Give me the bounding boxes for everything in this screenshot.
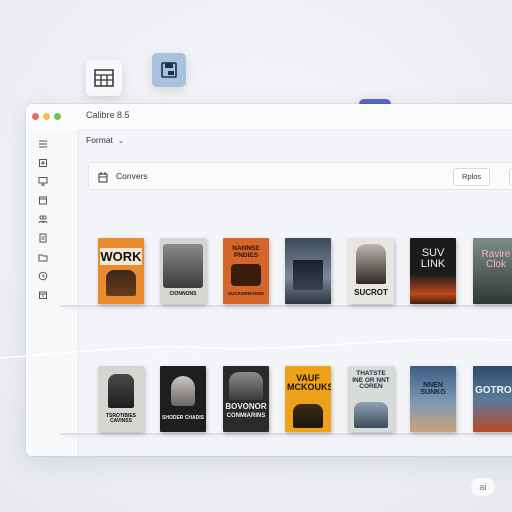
book-cover[interactable]: NNEN SUNKG <box>410 366 456 432</box>
clock-icon[interactable] <box>38 271 48 281</box>
book-cover[interactable]: SUV LINK <box>410 238 456 304</box>
replace-button[interactable]: Rplos <box>453 168 491 186</box>
convert-icon[interactable] <box>97 170 109 183</box>
book-illustration <box>229 372 263 400</box>
book-title: NNEN SUNKG <box>420 382 446 396</box>
book-cover[interactable]: NANNSE PNDIES SUCRORMANNS <box>223 238 269 304</box>
book-cover[interactable]: Ravire Clok <box>473 238 512 304</box>
monitor-icon[interactable] <box>38 176 48 186</box>
title-bar: Calibre 8.5 <box>26 104 512 131</box>
add-book-icon[interactable] <box>38 158 48 168</box>
document-icon[interactable] <box>38 233 48 243</box>
folder-icon[interactable] <box>38 252 48 262</box>
book-illustration <box>293 404 323 428</box>
users-icon[interactable] <box>38 214 48 224</box>
book-title: GOTROL <box>475 385 512 396</box>
book-caption: CONMIARINS <box>226 413 266 419</box>
book-title: SUV LINK <box>420 247 446 270</box>
book-cover[interactable]: TSROTIBIES CAVINSS <box>98 366 144 432</box>
book-title: WORK <box>100 248 142 265</box>
ai-badge: ai <box>471 478 495 496</box>
calendar-icon[interactable] <box>38 195 48 205</box>
book-illustration <box>354 402 388 428</box>
close-window-button[interactable] <box>32 113 39 120</box>
convert-label: Convers <box>116 171 148 181</box>
book-cover[interactable]: CIONNONS <box>160 238 206 304</box>
convert-bar: Convers Rplos Se <box>88 162 512 190</box>
book-title: NANNSE PNDIES <box>232 245 260 259</box>
book-cover[interactable]: BOVONOR CONMIARINS <box>223 366 269 432</box>
book-title: VAUF MCKOUKS <box>287 373 331 392</box>
format-label: Format <box>86 135 113 145</box>
book-cover[interactable]: VAUF MCKOUKS <box>285 366 331 432</box>
book-caption: SHODER CHADIS <box>162 415 204 421</box>
book-title: THATSTE INE OR NNT COREN <box>352 370 390 390</box>
book-cover[interactable]: SUCROT <box>348 238 394 304</box>
book-illustration <box>171 376 195 406</box>
book-title: Ravire Clok <box>481 249 511 270</box>
minimize-window-button[interactable] <box>43 113 50 120</box>
book-illustration <box>163 244 203 288</box>
window-title: Calibre 8.5 <box>86 110 130 120</box>
book-illustration <box>106 270 136 296</box>
book-caption: CIONNONS <box>169 291 197 297</box>
book-caption: SUCROT <box>354 288 388 297</box>
book-title: BOVONOR <box>225 402 267 411</box>
book-cover[interactable] <box>285 238 331 304</box>
book-caption: TSROTIBIES CAVINSS <box>105 413 136 424</box>
shelf-2 <box>60 433 512 435</box>
book-cover[interactable]: THATSTE INE OR NNT COREN <box>348 366 394 432</box>
format-menu[interactable]: Format ⌄ <box>86 135 124 145</box>
hamburger-menu-icon[interactable] <box>38 139 48 149</box>
book-caption: SUCRORMANNS <box>228 291 264 296</box>
shelf-1 <box>60 305 512 307</box>
archive-icon[interactable] <box>38 290 48 300</box>
book-cover[interactable]: GOTROL <box>473 366 512 432</box>
book-cover[interactable]: WORK <box>98 238 144 304</box>
book-cover[interactable]: SHODER CHADIS <box>160 366 206 432</box>
book-illustration <box>356 244 386 284</box>
save-tool-icon[interactable] <box>152 53 186 87</box>
sidebar <box>26 130 79 456</box>
chevron-down-icon: ⌄ <box>117 136 125 145</box>
book-illustration <box>231 264 261 286</box>
table-tool-icon[interactable] <box>86 60 122 96</box>
book-illustration <box>108 374 134 408</box>
maximize-window-button[interactable] <box>54 113 61 120</box>
book-illustration <box>293 260 323 290</box>
